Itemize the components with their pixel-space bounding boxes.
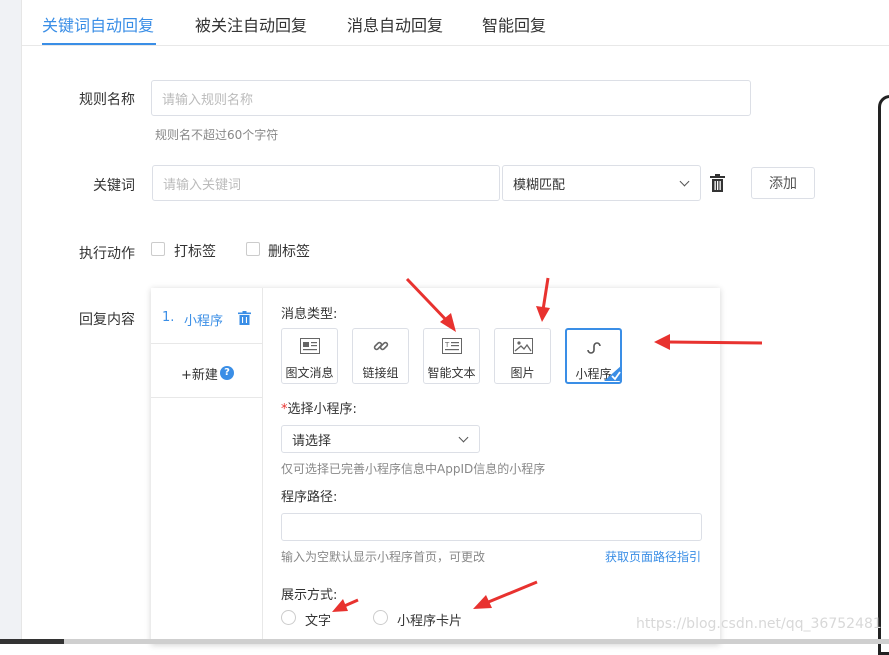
arrow-3 [667,340,763,345]
arrow-5 [485,580,538,605]
bottom-scrollbar-thumb[interactable] [0,639,64,644]
arrow-2 [541,277,550,311]
annotation-arrows [332,277,763,612]
watermark: https://blog.csdn.net/qq_36752481 [636,616,882,632]
phone-preview-edge [878,95,889,655]
bottom-scrollbar[interactable] [0,639,889,644]
arrow-1 [405,277,452,326]
